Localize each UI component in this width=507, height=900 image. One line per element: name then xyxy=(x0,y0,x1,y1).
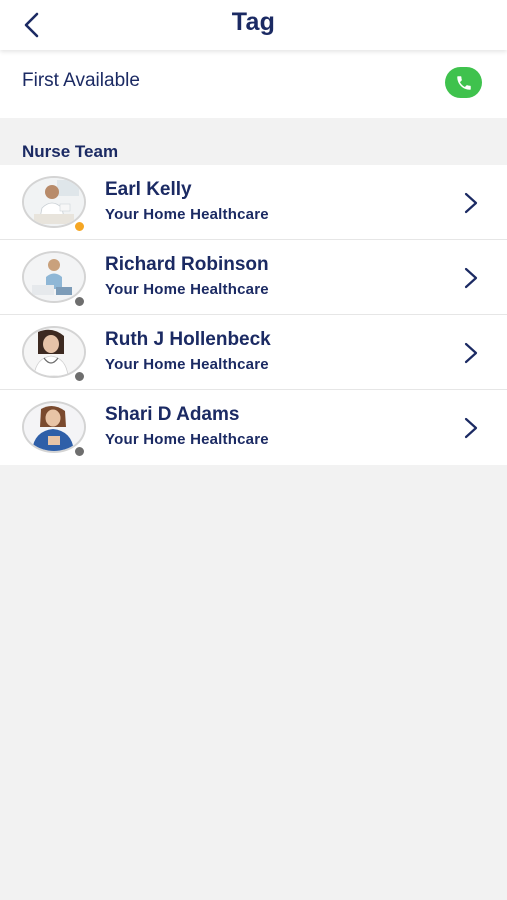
first-available-label: First Available xyxy=(22,70,140,91)
status-badge-away xyxy=(73,220,86,233)
phone-icon xyxy=(455,74,473,92)
chevron-right-icon xyxy=(460,190,482,216)
contact-organization: Your Home Healthcare xyxy=(105,431,269,448)
contact-organization: Your Home Healthcare xyxy=(105,206,269,223)
contact-list: Earl Kelly Your Home Healthcare Richard … xyxy=(0,165,507,465)
contact-organization: Your Home Healthcare xyxy=(105,356,269,373)
chevron-right-icon xyxy=(460,415,482,441)
status-badge-offline xyxy=(73,295,86,308)
first-available-row[interactable]: First Available xyxy=(0,50,507,118)
contact-row[interactable]: Shari D Adams Your Home Healthcare xyxy=(0,390,507,465)
call-button[interactable] xyxy=(445,67,482,98)
contact-name: Earl Kelly xyxy=(105,179,192,200)
chevron-right-icon xyxy=(460,265,482,291)
contact-organization: Your Home Healthcare xyxy=(105,281,269,298)
contact-row[interactable]: Ruth J Hollenbeck Your Home Healthcare xyxy=(0,315,507,390)
section-title: Nurse Team xyxy=(22,142,119,161)
status-badge-offline xyxy=(73,445,86,458)
status-badge-offline xyxy=(73,370,86,383)
contact-name: Richard Robinson xyxy=(105,254,269,275)
contact-name: Shari D Adams xyxy=(105,404,240,425)
page-title: Tag xyxy=(231,8,276,36)
nav-header: Tag xyxy=(0,0,507,50)
contact-row[interactable]: Richard Robinson Your Home Healthcare xyxy=(0,240,507,315)
chevron-right-icon xyxy=(460,340,482,366)
contact-name: Ruth J Hollenbeck xyxy=(105,329,271,350)
contact-row[interactable]: Earl Kelly Your Home Healthcare xyxy=(0,165,507,240)
